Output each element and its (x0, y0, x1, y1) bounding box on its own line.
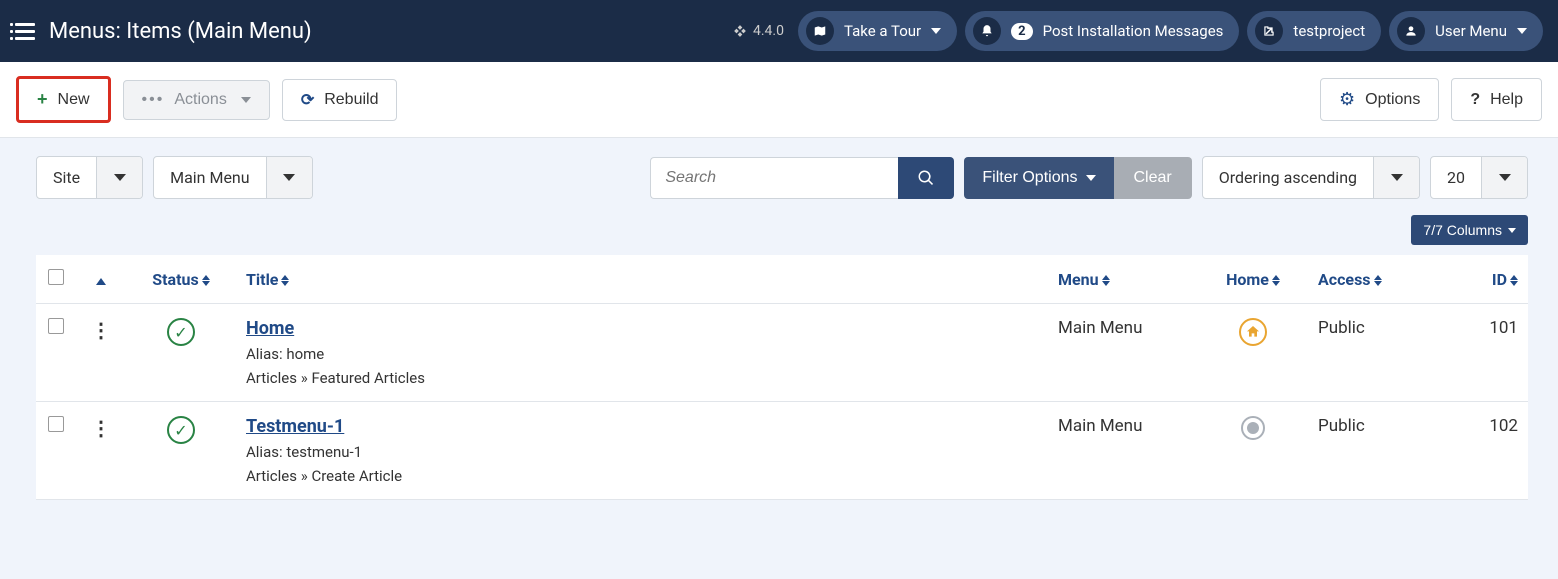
columns-button[interactable]: 7/7 Columns (1411, 215, 1528, 245)
item-id: 102 (1438, 402, 1528, 500)
limit-select[interactable]: 20 (1430, 156, 1528, 199)
project-link-button[interactable]: testproject (1247, 11, 1381, 51)
user-icon (1397, 17, 1425, 45)
col-status[interactable]: Status (126, 255, 236, 304)
dots-icon: ••• (142, 91, 165, 109)
chevron-down-icon (1517, 28, 1527, 34)
status-published-icon[interactable]: ✓ (167, 318, 195, 346)
notification-badge: 2 (1011, 23, 1032, 40)
chevron-down-icon (96, 157, 142, 198)
clear-button[interactable]: Clear (1114, 157, 1192, 199)
options-button[interactable]: ⚙ Options (1320, 78, 1439, 121)
caret-down-icon (1086, 175, 1096, 181)
item-id: 101 (1438, 304, 1528, 402)
help-button[interactable]: ? Help (1451, 78, 1542, 121)
chevron-down-icon (1481, 157, 1527, 198)
question-icon: ? (1470, 91, 1480, 109)
user-menu-button[interactable]: User Menu (1389, 11, 1543, 51)
item-alias: Alias: testmenu-1 (246, 443, 1038, 461)
item-menu: Main Menu (1048, 402, 1198, 500)
item-path: Articles » Featured Articles (246, 369, 1038, 387)
page-title: Menus: Items (Main Menu) (49, 19, 312, 44)
chevron-down-icon (241, 97, 251, 103)
joomla-icon (733, 24, 747, 38)
item-access: Public (1308, 402, 1438, 500)
actions-button: ••• Actions (123, 80, 270, 120)
item-title-link[interactable]: Home (246, 318, 294, 339)
post-install-messages-button[interactable]: 2 Post Installation Messages (965, 11, 1239, 51)
chevron-down-icon (931, 28, 941, 34)
chevron-down-icon (266, 157, 312, 198)
col-id[interactable]: ID (1438, 255, 1528, 304)
col-ordering[interactable] (76, 255, 126, 304)
sidebar-toggle-icon[interactable] (15, 21, 35, 42)
col-home[interactable]: Home (1198, 255, 1308, 304)
client-select[interactable]: Site (36, 156, 143, 199)
take-tour-button[interactable]: Take a Tour (798, 11, 957, 51)
table-row: ⋮ ✓ Home Alias: home Articles » Featured… (36, 304, 1528, 402)
home-toggle-icon[interactable] (1241, 416, 1265, 440)
new-button[interactable]: + New (16, 76, 111, 123)
version-label: 4.4.0 (733, 23, 784, 39)
home-default-icon[interactable] (1239, 318, 1267, 346)
chevron-down-icon (1373, 157, 1419, 198)
row-checkbox[interactable] (48, 318, 64, 334)
map-icon (806, 17, 834, 45)
filter-options-button[interactable]: Filter Options (964, 157, 1113, 199)
search-icon (917, 169, 935, 187)
rebuild-button[interactable]: ⟳ Rebuild (282, 79, 398, 121)
item-access: Public (1308, 304, 1438, 402)
drag-handle-icon[interactable]: ⋮ (91, 416, 111, 440)
external-link-icon (1255, 17, 1283, 45)
search-input[interactable] (650, 157, 898, 199)
table-row: ⋮ ✓ Testmenu-1 Alias: testmenu-1 Article… (36, 402, 1528, 500)
refresh-icon: ⟳ (301, 90, 314, 110)
col-title[interactable]: Title (236, 255, 1048, 304)
item-menu: Main Menu (1048, 304, 1198, 402)
plus-icon: + (37, 89, 48, 110)
ordering-select[interactable]: Ordering ascending (1202, 156, 1420, 199)
sort-asc-icon (96, 278, 106, 285)
col-access[interactable]: Access (1308, 255, 1438, 304)
status-published-icon[interactable]: ✓ (167, 416, 195, 444)
bell-icon (973, 17, 1001, 45)
caret-down-icon (1508, 228, 1516, 233)
search-button[interactable] (898, 157, 954, 199)
item-alias: Alias: home (246, 345, 1038, 363)
drag-handle-icon[interactable]: ⋮ (91, 318, 111, 342)
select-all-checkbox[interactable] (48, 269, 64, 285)
item-path: Articles » Create Article (246, 467, 1038, 485)
gear-icon: ⚙ (1339, 89, 1355, 110)
item-title-link[interactable]: Testmenu-1 (246, 416, 344, 437)
col-menu[interactable]: Menu (1048, 255, 1198, 304)
menu-select[interactable]: Main Menu (153, 156, 312, 199)
row-checkbox[interactable] (48, 416, 64, 432)
